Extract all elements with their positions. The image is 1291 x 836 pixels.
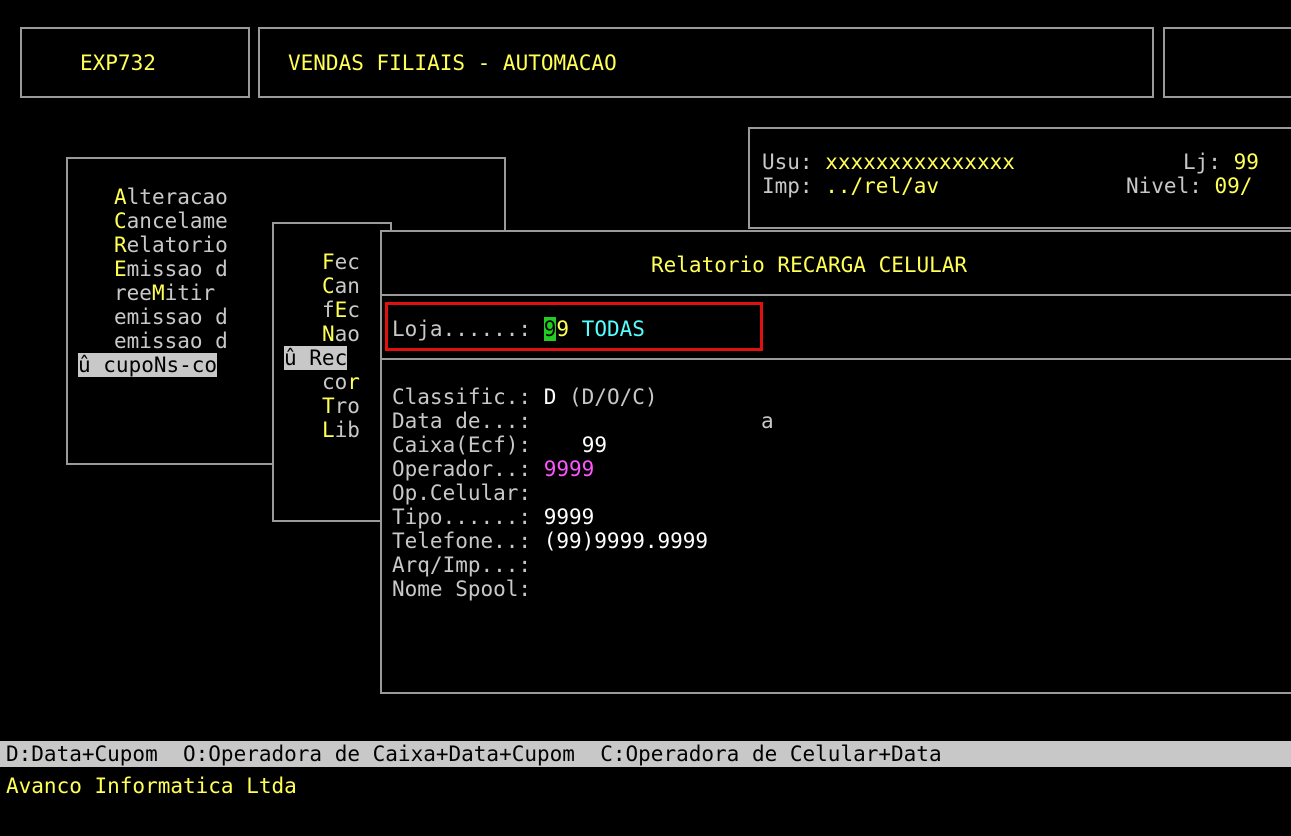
main-menu-item-relatorio[interactable]: Relatorio [114,233,228,257]
arq-imp-field[interactable]: Arq/Imp...: [392,553,531,577]
level-value: 09/ [1214,174,1253,198]
dialog-divider-mid [380,358,1291,360]
classific-field[interactable]: Classific.: D (D/O/C) [392,385,658,409]
printer-label: Imp: ../rel/av [762,174,940,198]
main-menu-item-reemitir[interactable]: reeMitir [114,281,215,305]
printer-value: ../rel/av [825,174,940,198]
dialog-divider-top [380,294,1291,296]
sub-menu-item-lib[interactable]: Lib [322,418,360,442]
telefone-field[interactable]: Telefone..: (99)9999.9999 [392,529,708,553]
user-info-box: Usu: xxxxxxxxxxxxxxx Lj: 99 Imp: ../rel/… [748,127,1291,229]
sub-menu-item-can[interactable]: Can [322,274,360,298]
tipo-field[interactable]: Tipo......: 9999 [392,505,594,529]
program-code-box: EXP732 [20,27,250,98]
user-label: Usu: xxxxxxxxxxxxxxx [762,150,1015,174]
data-de-field[interactable]: Data de...: [392,409,544,433]
sub-menu-item-nao[interactable]: Nao [322,322,360,346]
store-label: Lj: 99 [1183,150,1259,174]
main-menu-item-cupons-selected[interactable]: û cupoNs-co [78,353,218,377]
level-label: Nivel: 09/ [1126,174,1253,198]
user-value: xxxxxxxxxxxxxxx [825,150,1015,174]
terminal-screen: EXP732 VENDAS FILIAIS - AUTOMACAO Usu: x… [0,0,1291,836]
sub-menu-item-rec-selected[interactable]: û Rec [284,346,348,370]
company-name: Avanco Informatica Ltda [6,774,297,798]
main-menu-item-alteracao[interactable]: Alteracao [114,185,228,209]
sub-menu-item-fec[interactable]: Fec [322,250,360,274]
nome-spool-field[interactable]: Nome Spool: [392,577,531,601]
data-range-separator: a [761,409,774,433]
focus-highlight [385,302,763,351]
program-title-box: VENDAS FILIAIS - AUTOMACAO [258,27,1154,98]
sub-menu-item-cor[interactable]: cor [322,370,360,394]
sub-menu-item-tro[interactable]: Tro [322,394,360,418]
dialog-title: Relatorio RECARGA CELULAR [651,253,968,277]
program-code: EXP732 [80,51,156,75]
main-menu-item-emissao-3[interactable]: emissao d [114,329,228,353]
operador-field[interactable]: Operador..: 9999 [392,457,594,481]
op-celular-field[interactable]: Op.Celular: [392,481,531,505]
main-menu-item-cancelamento[interactable]: Cancelame [114,209,228,233]
main-menu-item-emissao[interactable]: Emissao d [114,257,228,281]
header-right-box [1163,27,1291,98]
sub-menu-item-fec-2[interactable]: fEc [322,298,360,322]
store-value: 99 [1233,150,1259,174]
main-menu-item-emissao-2[interactable]: emissao d [114,305,228,329]
help-line: D:Data+Cupom O:Operadora de Caixa+Data+C… [0,741,1291,767]
caixa-field[interactable]: Caixa(Ecf): 99 [392,433,607,457]
help-line-text: D:Data+Cupom O:Operadora de Caixa+Data+C… [6,742,942,766]
program-title: VENDAS FILIAIS - AUTOMACAO [288,51,617,75]
